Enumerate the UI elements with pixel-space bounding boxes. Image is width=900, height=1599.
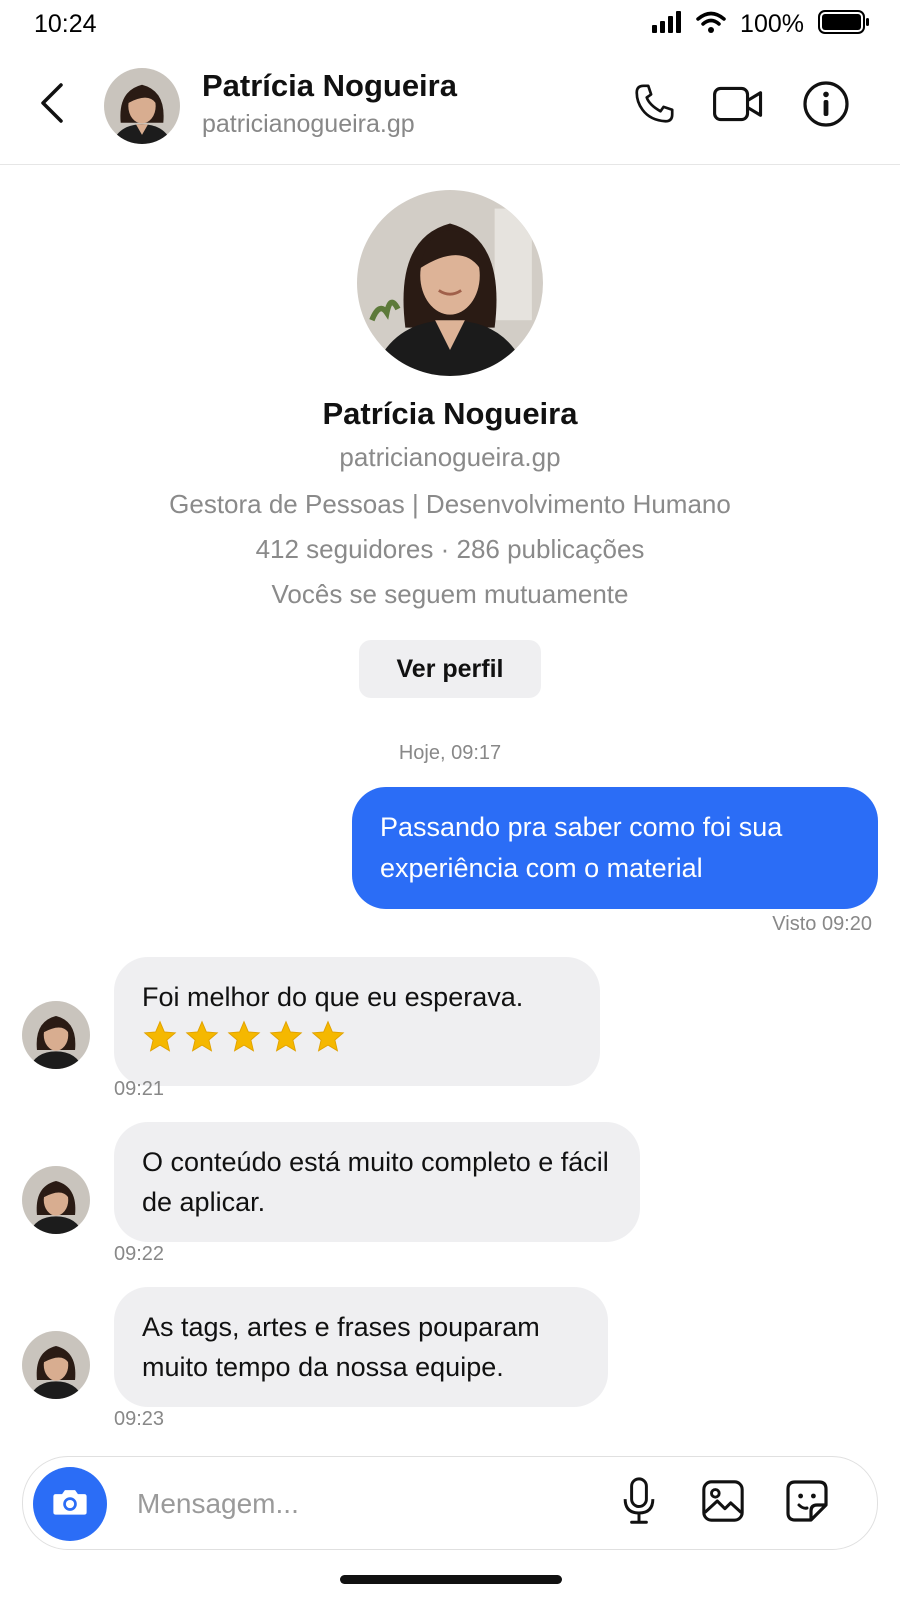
message-text: Foi melhor do que eu esperava. [142, 982, 524, 1012]
image-icon [700, 1478, 746, 1529]
message-time: 09:22 [114, 1243, 165, 1265]
microphone-icon [619, 1476, 659, 1530]
message-avatar[interactable] [22, 1166, 90, 1234]
message-avatar[interactable] [22, 1001, 90, 1069]
star-icon [142, 1019, 178, 1066]
header-avatar[interactable] [104, 68, 180, 144]
profile-avatar[interactable] [357, 190, 543, 376]
date-separator: Hoje, 09:17 [398, 742, 502, 764]
status-right: 100% [652, 10, 870, 39]
battery-percent: 100% [740, 10, 804, 38]
voice-message-button[interactable] [613, 1476, 665, 1530]
profile-mutual: Vocês se seguem mutuamente [271, 579, 629, 609]
star-icon [268, 1019, 304, 1066]
message-text: O conteúdo está muito completo e fácil d… [142, 1147, 609, 1217]
incoming-message[interactable]: As tags, artes e frases pouparam muito t… [114, 1287, 608, 1407]
message-avatar[interactable] [22, 1331, 90, 1399]
video-icon [712, 83, 764, 130]
info-button[interactable] [798, 78, 854, 134]
incoming-message[interactable]: Foi melhor do que eu esperava. [114, 957, 600, 1086]
home-indicator [340, 1575, 562, 1584]
header-name[interactable]: Patrícia Nogueira [202, 68, 457, 104]
outgoing-message[interactable]: Passando pra saber como foi sua experiên… [352, 787, 878, 909]
camera-button[interactable] [33, 1467, 107, 1541]
camera-icon [51, 1486, 89, 1523]
profile-bio: Gestora de Pessoas | Desenvolvimento Hum… [169, 489, 731, 519]
gallery-button[interactable] [697, 1477, 749, 1529]
message-time: 09:23 [114, 1408, 165, 1430]
chat-header: Patrícia Nogueira patricianogueira.gp [0, 52, 900, 165]
profile-handle: patricianogueira.gp [339, 442, 561, 472]
view-profile-button[interactable]: Ver perfil [359, 640, 541, 698]
battery-icon [818, 10, 870, 39]
incoming-message[interactable]: O conteúdo está muito completo e fácil d… [114, 1122, 640, 1242]
call-button[interactable] [626, 78, 682, 134]
signal-icon [652, 11, 682, 38]
star-icon [310, 1019, 346, 1066]
message-text: As tags, artes e frases pouparam muito t… [142, 1312, 540, 1382]
status-bar: 10:24 100% [0, 0, 900, 52]
info-icon [802, 80, 850, 133]
seen-status: Visto 09:20 [772, 913, 872, 935]
phone-icon [631, 81, 677, 132]
video-call-button[interactable] [710, 78, 766, 134]
back-button[interactable] [32, 80, 72, 130]
profile-stats: 412 seguidores · 286 publicações [255, 534, 645, 564]
message-input[interactable] [135, 1483, 559, 1525]
message-time: 09:21 [114, 1078, 165, 1100]
star-rating [142, 1019, 572, 1066]
status-time: 10:24 [34, 10, 97, 38]
star-icon [226, 1019, 262, 1066]
profile-name: Patrícia Nogueira [322, 396, 578, 431]
wifi-icon [696, 11, 726, 38]
header-handle: patricianogueira.gp [202, 110, 415, 138]
sticker-icon [783, 1477, 831, 1530]
profile-card: Patrícia Nogueira patricianogueira.gp Ge… [0, 190, 900, 698]
star-icon [184, 1019, 220, 1066]
sticker-button[interactable] [781, 1477, 833, 1529]
message-composer [22, 1456, 878, 1550]
back-icon [39, 82, 65, 129]
